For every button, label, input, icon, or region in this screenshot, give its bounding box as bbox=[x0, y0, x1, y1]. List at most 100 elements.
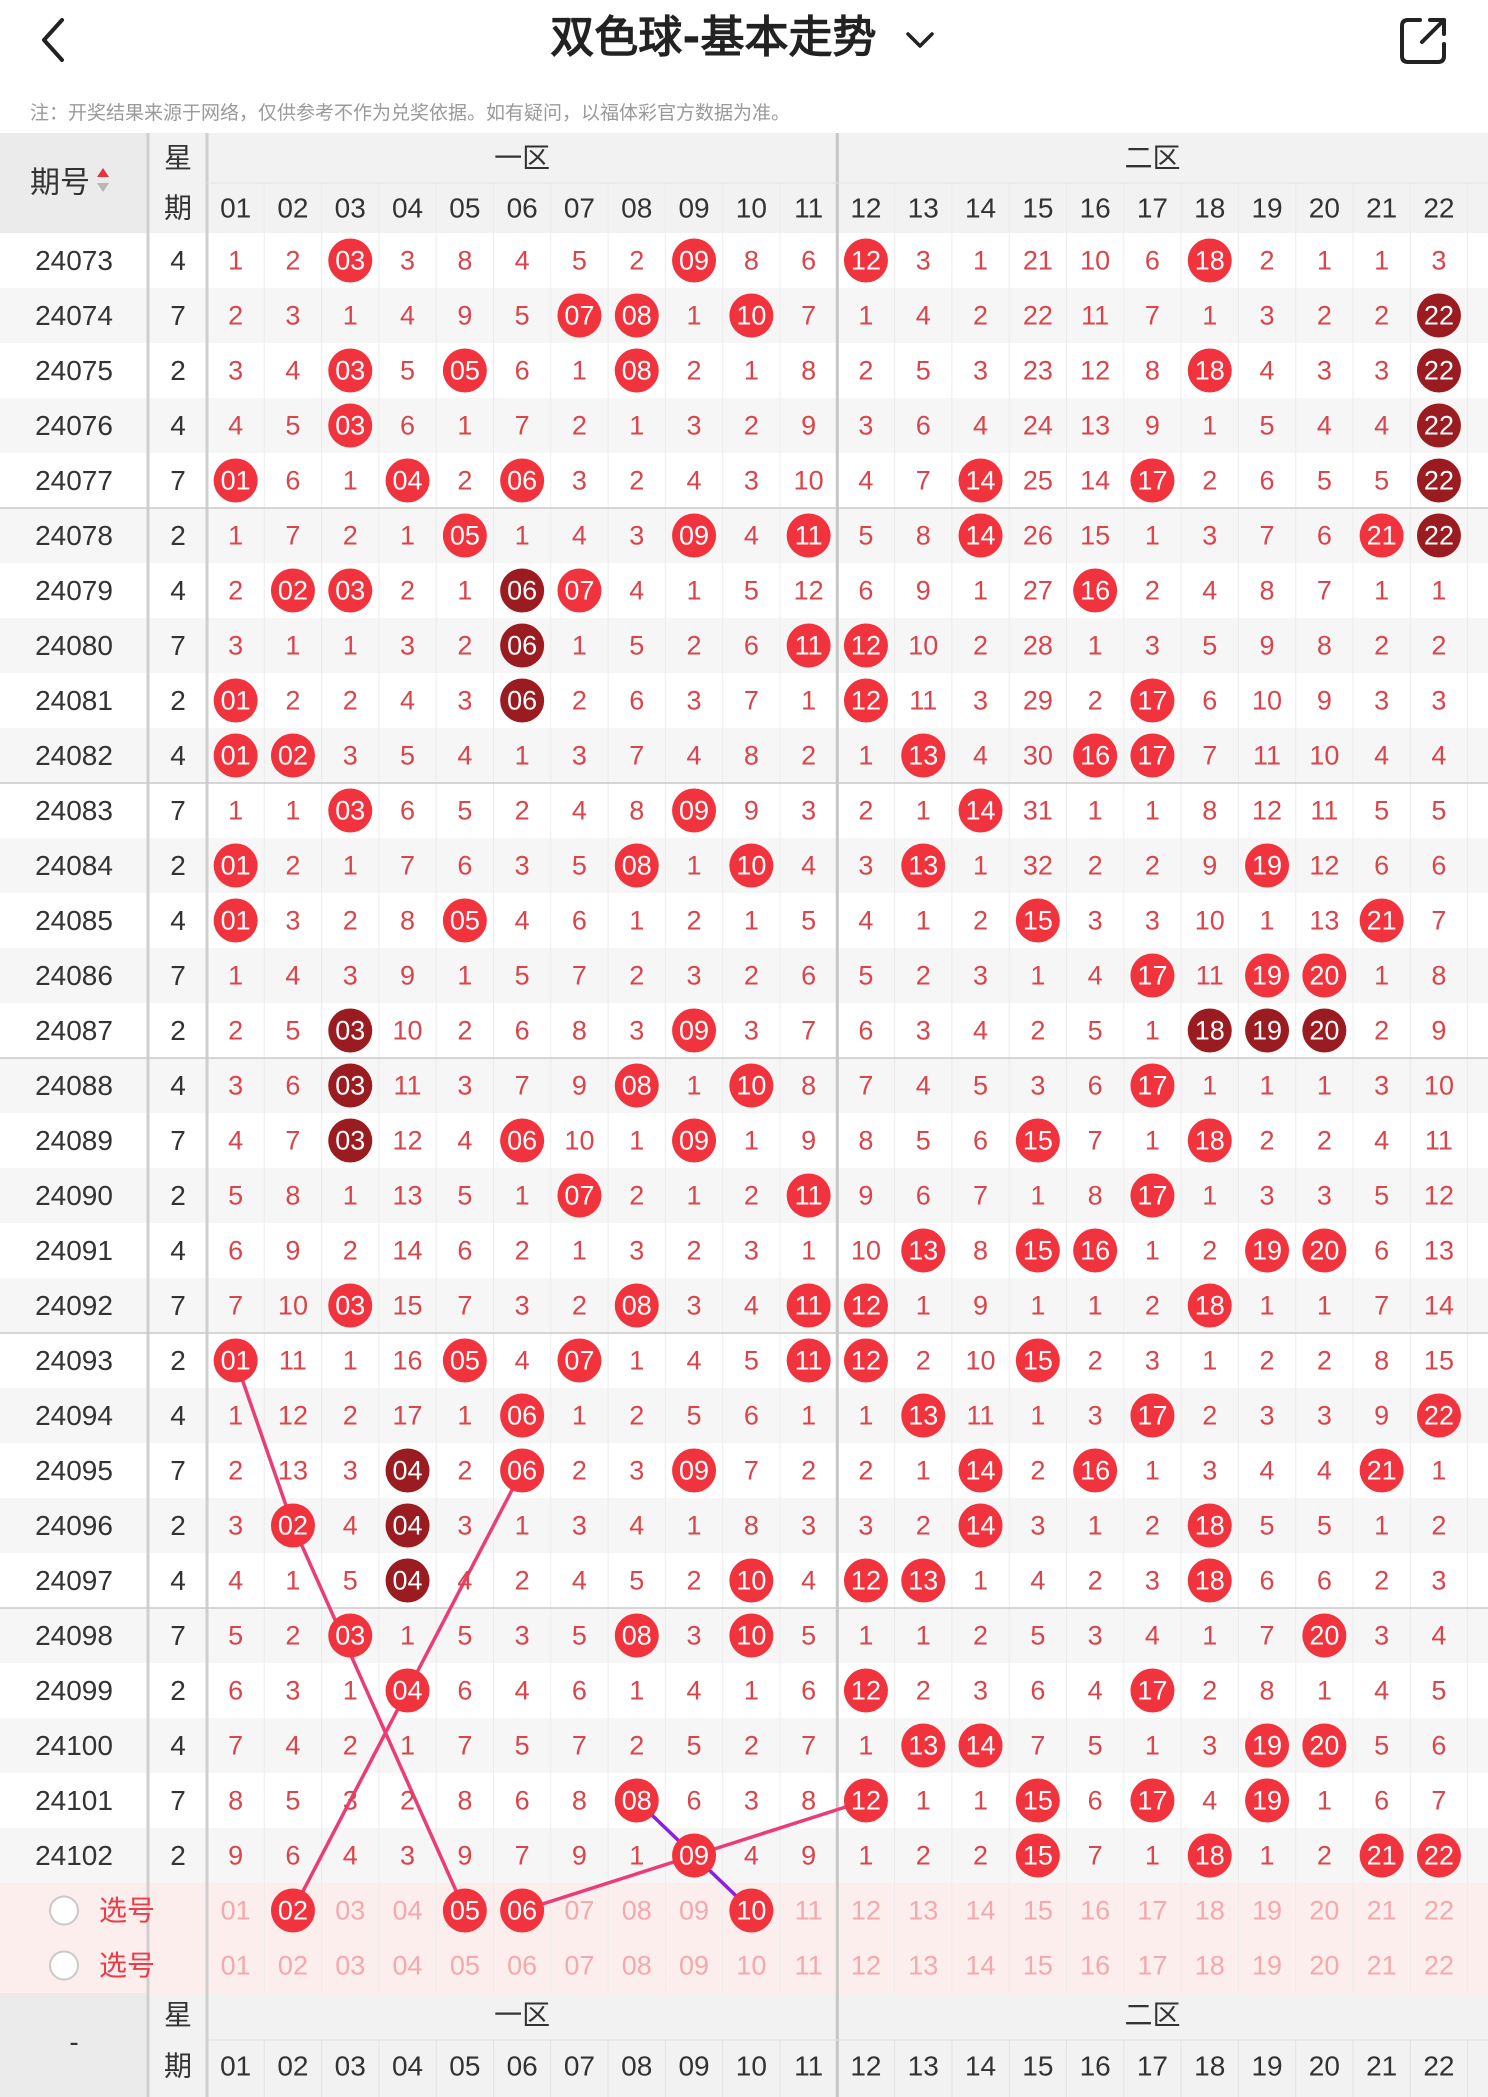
selected-ball-number[interactable]: 06 bbox=[507, 1896, 537, 1926]
miss-count: 6 bbox=[572, 1676, 587, 1706]
drawn-ball-number: 03 bbox=[335, 1071, 365, 1101]
miss-count: 5 bbox=[1374, 796, 1389, 826]
miss-count: 3 bbox=[744, 1236, 759, 1266]
select-number[interactable]: 11 bbox=[795, 1951, 823, 1981]
select-number[interactable]: 04 bbox=[393, 1951, 423, 1981]
column-header: 20 bbox=[1309, 193, 1340, 224]
miss-count: 2 bbox=[1431, 1511, 1446, 1541]
issue-number: 24082 bbox=[35, 740, 113, 771]
miss-count: 3 bbox=[916, 1016, 931, 1046]
select-number[interactable]: 21 bbox=[1367, 1896, 1397, 1926]
miss-count: 8 bbox=[801, 356, 816, 386]
select-number[interactable]: 16 bbox=[1080, 1896, 1110, 1926]
selected-ball-number[interactable]: 02 bbox=[278, 1896, 308, 1926]
select-number[interactable]: 14 bbox=[966, 1896, 996, 1926]
select-number[interactable]: 12 bbox=[851, 1951, 881, 1981]
miss-count: 1 bbox=[629, 1126, 644, 1156]
select-number[interactable]: 20 bbox=[1309, 1896, 1339, 1926]
miss-count: 3 bbox=[1260, 1401, 1275, 1431]
select-number[interactable]: 18 bbox=[1195, 1951, 1225, 1981]
select-number[interactable]: 09 bbox=[679, 1951, 709, 1981]
trend-chart-grid[interactable]: 期号星期一区 二区01 02 03 04 05 06 07 08 09 10 11 12 13 14 15 16… bbox=[0, 0, 1488, 2097]
select-number[interactable]: 03 bbox=[335, 1896, 365, 1926]
select-number[interactable]: 22 bbox=[1424, 1896, 1454, 1926]
drawn-ball-number: 08 bbox=[622, 356, 652, 386]
selected-ball-number[interactable]: 05 bbox=[450, 1896, 480, 1926]
select-number[interactable]: 19 bbox=[1252, 1951, 1282, 1981]
drawn-ball-number: 01 bbox=[221, 686, 251, 716]
miss-count: 2 bbox=[1202, 1676, 1217, 1706]
select-number[interactable]: 15 bbox=[1023, 1951, 1053, 1981]
miss-count: 11 bbox=[1081, 301, 1109, 331]
issue-number: 24081 bbox=[35, 685, 113, 716]
selected-ball-number[interactable]: 10 bbox=[736, 1896, 766, 1926]
select-number[interactable]: 18 bbox=[1195, 1896, 1225, 1926]
weekday-value: 7 bbox=[170, 1290, 186, 1321]
select-number[interactable]: 04 bbox=[393, 1896, 423, 1926]
miss-count: 4 bbox=[858, 466, 873, 496]
select-number[interactable]: 05 bbox=[450, 1951, 480, 1981]
select-number[interactable]: 07 bbox=[564, 1951, 594, 1981]
select-number[interactable]: 07 bbox=[564, 1896, 594, 1926]
miss-count: 2 bbox=[916, 1841, 931, 1871]
column-header: 11 bbox=[794, 193, 823, 224]
footer-column-header: 19 bbox=[1251, 2051, 1282, 2082]
miss-count: 5 bbox=[629, 631, 644, 661]
drawn-ball-number: 08 bbox=[622, 301, 652, 331]
miss-count: 5 bbox=[572, 1621, 587, 1651]
issue-number: 24086 bbox=[35, 960, 113, 991]
miss-count: 1 bbox=[1260, 906, 1275, 936]
miss-count: 3 bbox=[629, 1016, 644, 1046]
select-number[interactable]: 20 bbox=[1309, 1951, 1339, 1981]
drawn-ball-number: 12 bbox=[851, 686, 881, 716]
select-number[interactable]: 01 bbox=[221, 1896, 251, 1926]
issue-number: 24075 bbox=[35, 355, 113, 386]
miss-count: 11 bbox=[1253, 741, 1281, 771]
miss-count: 4 bbox=[687, 1346, 702, 1376]
select-number[interactable]: 17 bbox=[1137, 1896, 1167, 1926]
select-number[interactable]: 06 bbox=[507, 1951, 537, 1981]
select-number[interactable]: 09 bbox=[679, 1896, 709, 1926]
select-number[interactable]: 10 bbox=[736, 1951, 766, 1981]
select-number[interactable]: 02 bbox=[278, 1951, 308, 1981]
select-number[interactable]: 16 bbox=[1080, 1951, 1110, 1981]
select-number[interactable]: 19 bbox=[1252, 1896, 1282, 1926]
select-number[interactable]: 21 bbox=[1367, 1951, 1397, 1981]
miss-count: 7 bbox=[629, 741, 644, 771]
miss-count: 9 bbox=[801, 1126, 816, 1156]
drawn-ball-number: 04 bbox=[393, 1456, 423, 1486]
miss-count: 7 bbox=[457, 1291, 472, 1321]
miss-count: 9 bbox=[457, 1841, 472, 1871]
miss-count: 2 bbox=[858, 356, 873, 386]
select-number[interactable]: 17 bbox=[1137, 1951, 1167, 1981]
select-number[interactable]: 15 bbox=[1023, 1896, 1053, 1926]
select-number[interactable]: 01 bbox=[221, 1951, 251, 1981]
select-number[interactable]: 08 bbox=[622, 1896, 652, 1926]
select-number[interactable]: 13 bbox=[908, 1896, 938, 1926]
drawn-ball-number: 20 bbox=[1309, 1731, 1339, 1761]
miss-count: 2 bbox=[457, 1456, 472, 1486]
miss-count: 4 bbox=[858, 906, 873, 936]
select-number[interactable]: 22 bbox=[1424, 1951, 1454, 1981]
miss-count: 1 bbox=[343, 1676, 358, 1706]
select-number[interactable]: 14 bbox=[966, 1951, 996, 1981]
drawn-ball-number: 21 bbox=[1367, 906, 1397, 936]
miss-count: 2 bbox=[1374, 631, 1389, 661]
miss-count: 12 bbox=[278, 1401, 308, 1431]
select-number[interactable]: 08 bbox=[622, 1951, 652, 1981]
column-header: 07 bbox=[564, 193, 595, 224]
drawn-ball-number: 15 bbox=[1023, 906, 1053, 936]
select-radio[interactable] bbox=[49, 1950, 79, 1981]
miss-count: 2 bbox=[1088, 1566, 1103, 1596]
weekday-header-top: 星 bbox=[164, 143, 192, 174]
select-number[interactable]: 13 bbox=[908, 1951, 938, 1981]
drawn-ball-number: 20 bbox=[1309, 1621, 1339, 1651]
miss-count: 3 bbox=[744, 466, 759, 496]
select-radio[interactable] bbox=[49, 1895, 79, 1926]
miss-count: 1 bbox=[973, 576, 988, 606]
miss-count: 10 bbox=[908, 631, 938, 661]
select-number[interactable]: 11 bbox=[795, 1896, 823, 1926]
select-number[interactable]: 12 bbox=[851, 1896, 881, 1926]
miss-count: 2 bbox=[629, 466, 644, 496]
select-number[interactable]: 03 bbox=[335, 1951, 365, 1981]
